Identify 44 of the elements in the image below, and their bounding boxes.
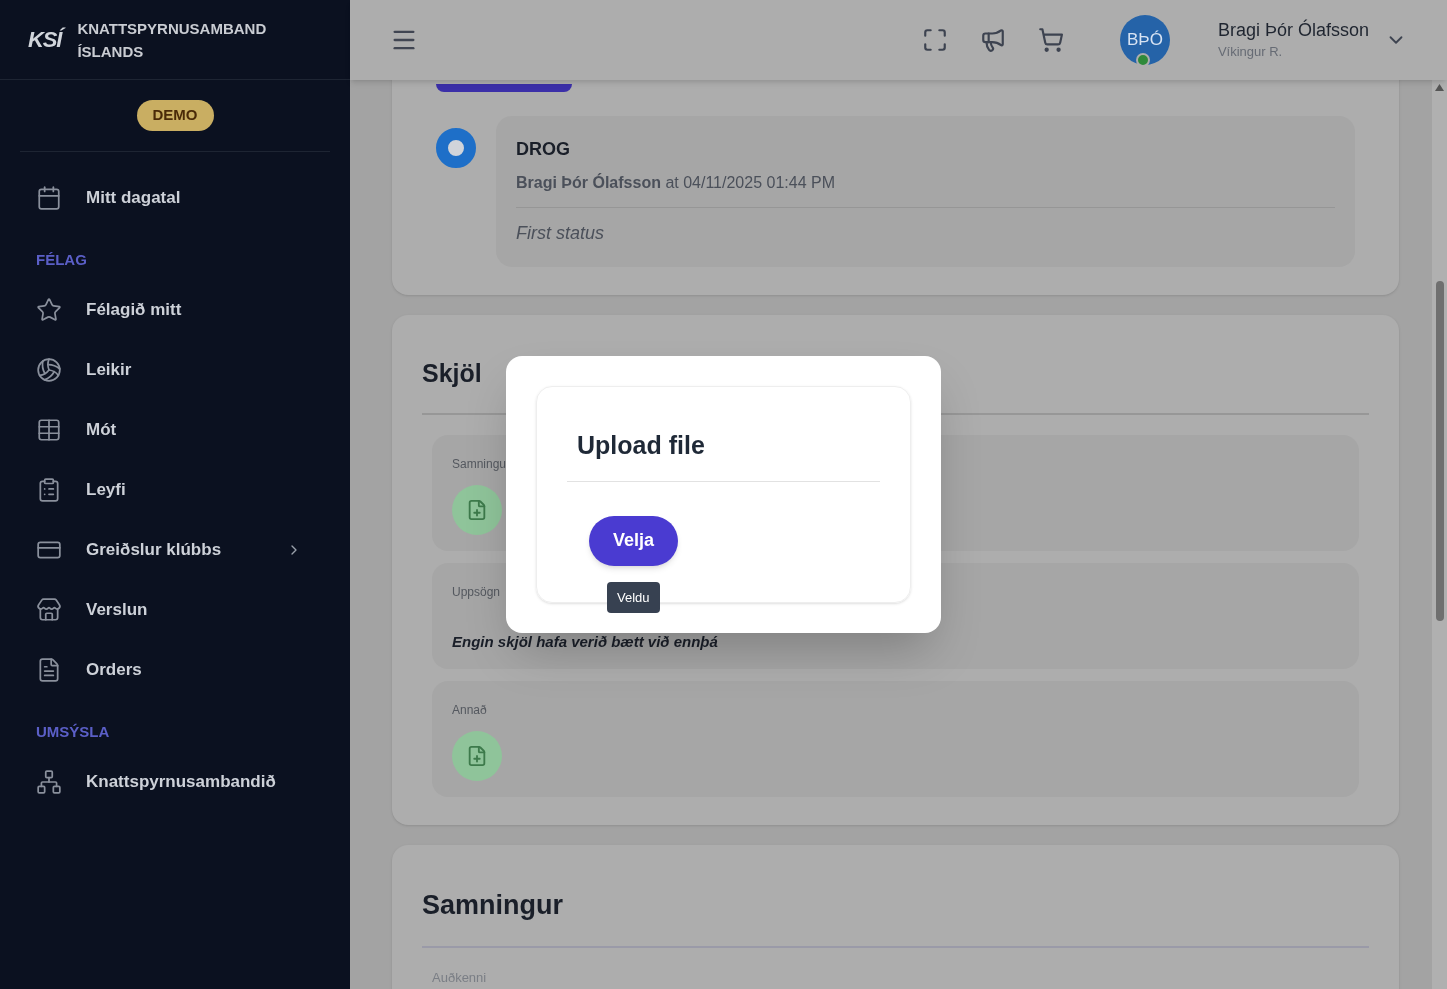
file-plus-icon xyxy=(466,498,488,521)
nav-item[interactable]: Verslun xyxy=(0,579,350,640)
select-button[interactable]: Velja xyxy=(589,515,679,566)
status-note: First status xyxy=(516,222,605,245)
add-file-button[interactable] xyxy=(452,484,502,535)
section-heading: FÉLAG xyxy=(36,250,87,268)
file-plus-icon xyxy=(466,745,488,767)
avatar[interactable]: BÞÓ xyxy=(1119,15,1170,65)
nav-item[interactable]: Leikir xyxy=(0,339,350,400)
scroll-up-arrow-icon[interactable] xyxy=(1435,84,1444,91)
status-title: DROG xyxy=(516,138,571,161)
document-icon xyxy=(36,656,62,683)
section-heading: UMSÝSLA xyxy=(36,722,110,740)
brand-name: KNATTSPYRNUSAMBAND ÍSLANDS xyxy=(77,18,268,62)
nav-item[interactable]: Mitt dagatal xyxy=(0,167,350,228)
status-meta: Bragi Þór Ólafsson at 04/11/2025 01:44 PM xyxy=(516,171,1335,208)
nav-item[interactable]: Knattspyrnusambandið xyxy=(0,751,350,812)
add-file-button[interactable] xyxy=(452,731,502,781)
nav-item[interactable]: Orders xyxy=(0,639,350,700)
fullscreen-icon[interactable] xyxy=(921,27,948,53)
clipboard-icon xyxy=(36,476,62,503)
megaphone-icon[interactable] xyxy=(979,27,1006,53)
scrollbar-thumb[interactable] xyxy=(1435,281,1444,621)
group-label: Samningu xyxy=(452,455,507,473)
modal-title: Upload file xyxy=(567,427,880,482)
group-label: Annað xyxy=(452,702,487,719)
nav-item[interactable]: Greiðslur klúbbs xyxy=(0,519,350,580)
nav-item[interactable]: Félagið mitt xyxy=(0,279,350,340)
tooltip: Veldu xyxy=(607,581,660,613)
table-icon xyxy=(36,416,62,443)
empty-message: Engin skjöl hafa verið bætt við ennþá xyxy=(452,631,718,652)
star-icon xyxy=(36,296,62,323)
ball-icon xyxy=(36,356,62,383)
section-title: Samningur xyxy=(422,885,1369,948)
nav-item[interactable]: Mót xyxy=(0,399,350,460)
demo-badge: DEMO xyxy=(136,100,214,131)
nav-item[interactable]: Leyfi xyxy=(0,459,350,520)
calendar-icon xyxy=(36,184,62,211)
store-icon xyxy=(36,596,62,623)
group-label: Uppsögn xyxy=(452,583,501,601)
network-icon xyxy=(36,768,62,795)
cart-icon[interactable] xyxy=(1037,27,1064,53)
club-name: Víkingur R. xyxy=(1217,43,1284,62)
user-name: Bragi Þór Ólafsson xyxy=(1217,18,1369,43)
